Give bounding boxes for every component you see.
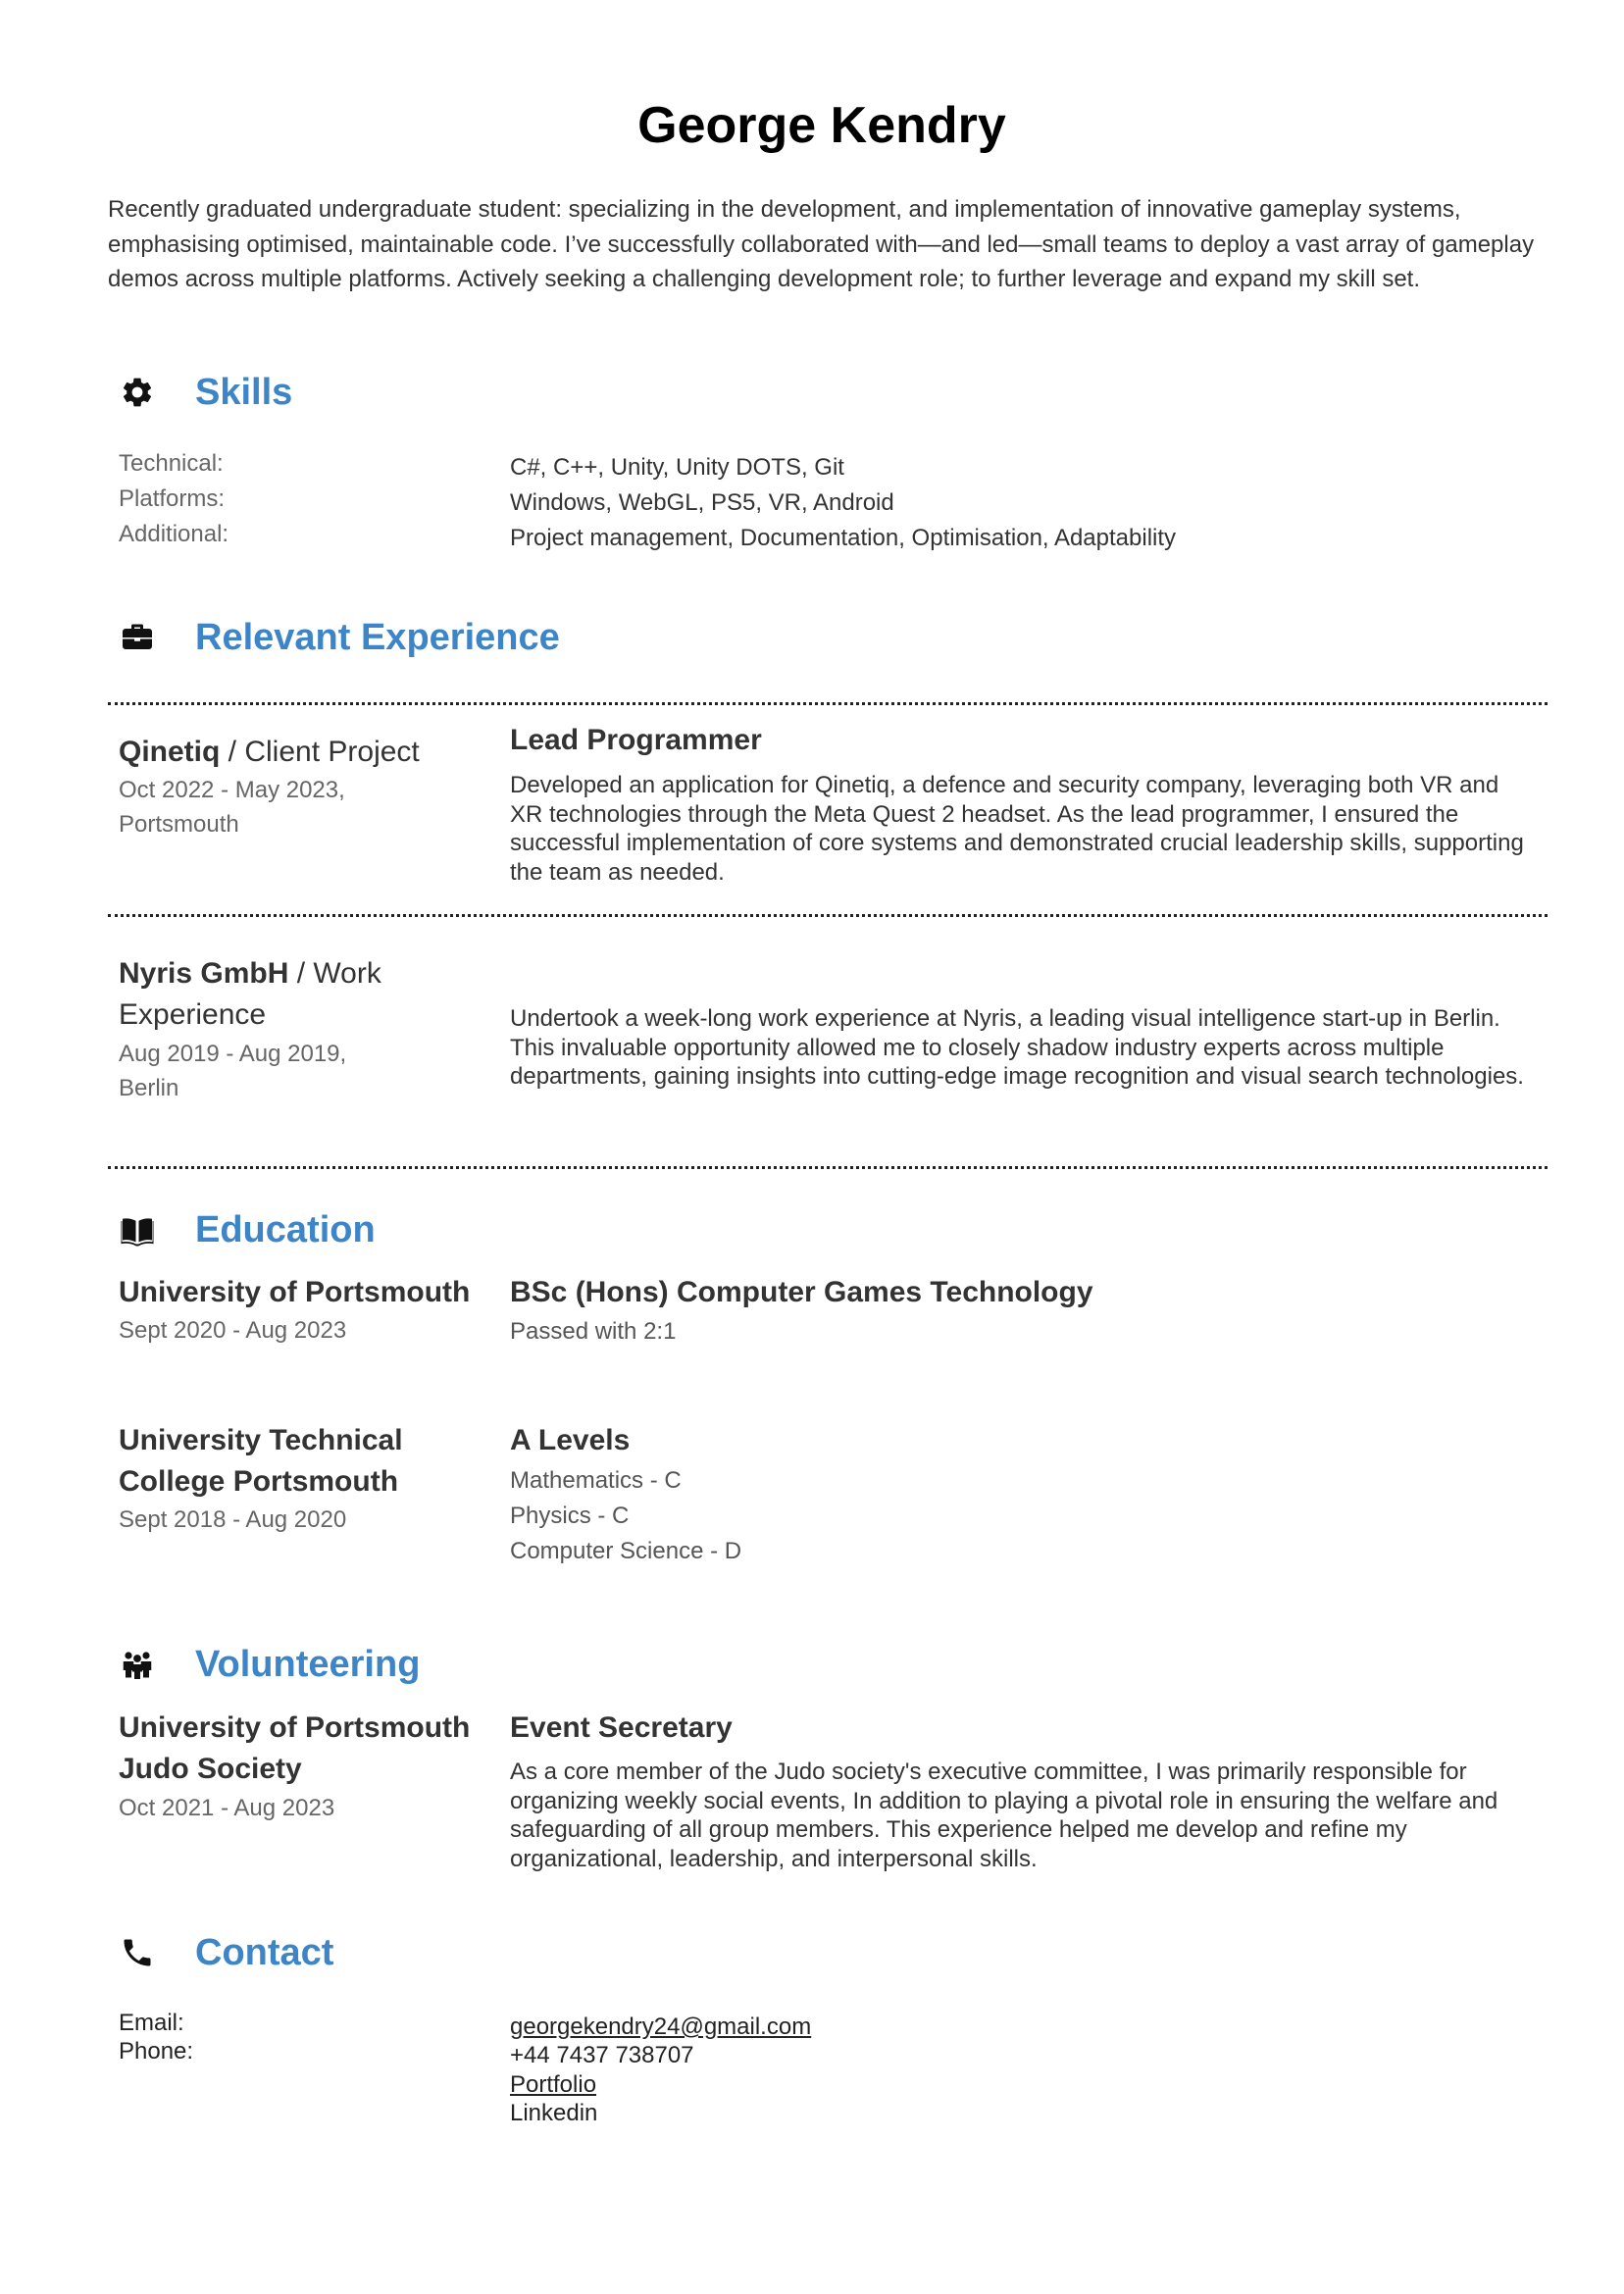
linkedin-text: Linkedin — [510, 2100, 598, 2126]
book-icon — [108, 1200, 167, 1259]
gear-icon — [108, 363, 167, 422]
experience-dates: Aug 2019 - Aug 2019, — [119, 1041, 347, 1067]
skill-label: Platforms: — [119, 485, 226, 512]
phone-label: Phone: — [119, 2038, 194, 2065]
experience-description: Developed an application for Qinetiq, a … — [510, 772, 1524, 886]
divider — [108, 914, 1548, 917]
experience-org: Qinetiq / Client Project — [119, 732, 482, 773]
education-degree: A Levels — [510, 1424, 631, 1456]
education-detail: Computer Science - D — [510, 1538, 742, 1564]
candidate-name: George Kendry — [637, 97, 1006, 154]
divider — [108, 702, 1548, 705]
volunteering-section-header: Volunteering — [108, 1635, 420, 1694]
education-school: University of Portsmouth — [119, 1276, 471, 1308]
divider — [108, 1166, 1548, 1169]
skill-value: C#, C++, Unity, Unity DOTS, Git — [510, 454, 844, 481]
contact-section-header: Contact — [108, 1923, 333, 1982]
portfolio-link[interactable]: Portfolio — [510, 2070, 596, 2100]
skill-value: Windows, WebGL, PS5, VR, Android — [510, 489, 894, 516]
education-dates: Sept 2018 - Aug 2020 — [119, 1506, 347, 1533]
resume-page: George Kendry Recently graduated undergr… — [0, 0, 1624, 2294]
education-section-header: Education — [108, 1200, 376, 1259]
volunteering-description: As a core member of the Judo society's e… — [510, 1759, 1498, 1872]
experience-role: Lead Programmer — [510, 724, 762, 756]
education-detail: Passed with 2:1 — [510, 1318, 677, 1345]
section-title-volunteering: Volunteering — [195, 1643, 421, 1685]
volunteering-org: University of Portsmouth Judo Society — [119, 1711, 471, 1785]
experience-org: Nyris GmbH / Work Experience — [119, 953, 482, 1036]
education-detail: Physics - C — [510, 1503, 630, 1529]
experience-location: Portsmouth — [119, 811, 239, 838]
briefcase-icon — [108, 608, 167, 667]
phone-number: +44 7437 738707 — [510, 2042, 694, 2068]
education-dates: Sept 2020 - Aug 2023 — [119, 1317, 347, 1344]
volunteering-dates: Oct 2021 - Aug 2023 — [119, 1795, 335, 1821]
volunteering-role: Event Secretary — [510, 1711, 733, 1744]
section-title-education: Education — [195, 1208, 376, 1250]
email-label: Email: — [119, 2010, 184, 2036]
experience-dates: Oct 2022 - May 2023, — [119, 777, 345, 803]
section-title-skills: Skills — [195, 371, 293, 413]
org-name: Nyris GmbH — [119, 957, 289, 990]
org-name: Qinetiq — [119, 736, 221, 768]
experience-location: Berlin — [119, 1075, 179, 1101]
section-title-contact: Contact — [195, 1931, 334, 1973]
education-school: University Technical College Portsmouth — [119, 1424, 403, 1498]
email-link[interactable]: georgekendry24@gmail.com — [510, 2013, 811, 2042]
skill-label: Additional: — [119, 521, 229, 547]
skill-value: Project management, Documentation, Optim… — [510, 525, 1177, 551]
experience-description: Undertook a week-long work experience at… — [510, 1005, 1524, 1090]
people-icon — [108, 1635, 167, 1694]
education-degree: BSc (Hons) Computer Games Technology — [510, 1276, 1093, 1308]
skill-label: Technical: — [119, 450, 224, 477]
summary-paragraph: Recently graduated undergraduate student… — [108, 196, 1535, 292]
section-title-experience: Relevant Experience — [195, 616, 560, 658]
phone-icon — [108, 1923, 167, 1982]
org-type: / Client Project — [220, 736, 420, 768]
skills-section-header: Skills — [108, 363, 292, 422]
education-detail: Mathematics - C — [510, 1467, 682, 1494]
experience-section-header: Relevant Experience — [108, 608, 560, 667]
